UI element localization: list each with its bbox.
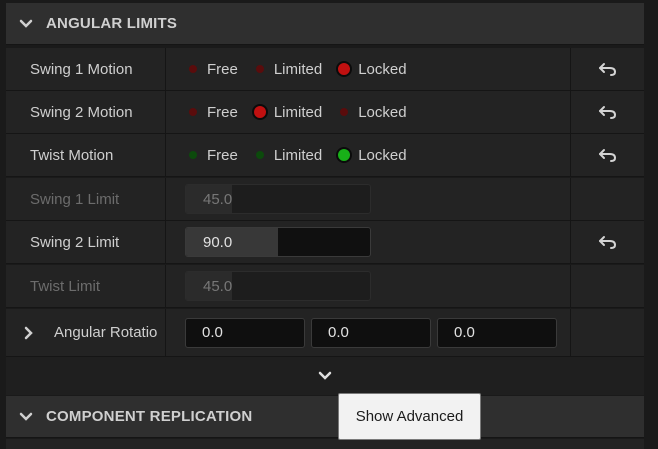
swing1-limit-input: 45.0 bbox=[185, 184, 371, 214]
radio-locked[interactable]: Locked bbox=[336, 147, 407, 164]
property-label: Swing 1 Motion bbox=[6, 48, 166, 90]
chevron-right-icon bbox=[24, 326, 33, 339]
component-replication-header[interactable]: COMPONENT REPLICATION bbox=[6, 396, 644, 438]
swing2-limit-row: Swing 2 Limit 90.0 bbox=[6, 221, 644, 264]
reset-button[interactable] bbox=[570, 134, 644, 176]
radio-dot bbox=[255, 65, 264, 73]
angular-rotation-label-cell[interactable]: Angular Rotatio bbox=[6, 309, 166, 356]
radio-locked[interactable]: Locked bbox=[336, 61, 407, 78]
property-label: Swing 2 Limit bbox=[6, 221, 166, 263]
radio-dot bbox=[340, 108, 349, 116]
reset-arrow-icon bbox=[598, 106, 616, 119]
radio-limited[interactable]: Limited bbox=[252, 61, 322, 78]
radio-dot-selected bbox=[336, 61, 353, 77]
radio-free[interactable]: Free bbox=[185, 147, 238, 164]
radio-dot bbox=[189, 108, 197, 116]
reset-slot bbox=[570, 178, 644, 220]
details-panel: ANGULAR LIMITS Swing 1 Motion Free Limit… bbox=[0, 0, 658, 449]
angular-rotation-row: Angular Rotatio 0.0 0.0 0.0 bbox=[6, 309, 644, 357]
swing2-limit-input[interactable]: 90.0 bbox=[185, 227, 371, 257]
radio-dot bbox=[189, 151, 197, 159]
show-advanced-tooltip: Show Advanced bbox=[338, 393, 481, 440]
radio-dot-selected bbox=[251, 104, 268, 120]
rotation-x-input[interactable]: 0.0 bbox=[185, 317, 305, 348]
reset-button[interactable] bbox=[570, 48, 644, 90]
property-label: Angular Rotatio bbox=[54, 324, 158, 341]
radio-dot bbox=[189, 65, 197, 73]
chevron-down-icon bbox=[6, 412, 46, 422]
swing2-motion-options: Free Limited Locked bbox=[185, 104, 421, 121]
chevron-down-icon bbox=[6, 19, 46, 29]
section-title: ANGULAR LIMITS bbox=[46, 15, 178, 32]
property-label: Twist Motion bbox=[6, 134, 166, 176]
chevron-down-icon bbox=[318, 371, 332, 380]
swing1-motion-options: Free Limited Locked bbox=[185, 61, 421, 78]
value-text: 45.0 bbox=[203, 277, 233, 295]
value-text: 90.0 bbox=[203, 233, 233, 251]
next-row-partial bbox=[6, 439, 644, 449]
twist-motion-options: Free Limited Locked bbox=[185, 147, 421, 164]
reset-button[interactable] bbox=[570, 221, 644, 263]
twist-limit-input: 45.0 bbox=[185, 271, 371, 301]
reset-button[interactable] bbox=[570, 91, 644, 133]
reset-slot bbox=[570, 265, 644, 307]
radio-dot-selected bbox=[336, 147, 353, 163]
radio-free[interactable]: Free bbox=[185, 104, 238, 121]
property-label: Swing 1 Limit bbox=[6, 178, 166, 220]
twist-motion-row: Twist Motion Free Limited Locked bbox=[6, 134, 644, 177]
angular-limits-header[interactable]: ANGULAR LIMITS bbox=[6, 3, 644, 45]
swing1-motion-row: Swing 1 Motion Free Limited Locked bbox=[6, 48, 644, 91]
twist-limit-row: Twist Limit 45.0 bbox=[6, 265, 644, 308]
rotation-y-input[interactable]: 0.0 bbox=[311, 317, 431, 348]
radio-limited[interactable]: Limited bbox=[251, 104, 322, 121]
reset-slot bbox=[570, 309, 644, 356]
show-advanced-expander[interactable] bbox=[6, 357, 644, 395]
rotation-z-input[interactable]: 0.0 bbox=[437, 317, 557, 348]
swing2-motion-row: Swing 2 Motion Free Limited Locked bbox=[6, 91, 644, 134]
section-title: COMPONENT REPLICATION bbox=[46, 408, 253, 425]
value-text: 45.0 bbox=[203, 190, 233, 208]
reset-arrow-icon bbox=[598, 63, 616, 76]
radio-free[interactable]: Free bbox=[185, 61, 238, 78]
property-label: Twist Limit bbox=[6, 265, 166, 307]
reset-arrow-icon bbox=[598, 236, 616, 249]
swing1-limit-row: Swing 1 Limit 45.0 bbox=[6, 178, 644, 221]
property-label: Swing 2 Motion bbox=[6, 91, 166, 133]
radio-dot bbox=[255, 151, 264, 159]
reset-arrow-icon bbox=[598, 149, 616, 162]
radio-limited[interactable]: Limited bbox=[252, 147, 322, 164]
radio-locked[interactable]: Locked bbox=[336, 104, 407, 121]
